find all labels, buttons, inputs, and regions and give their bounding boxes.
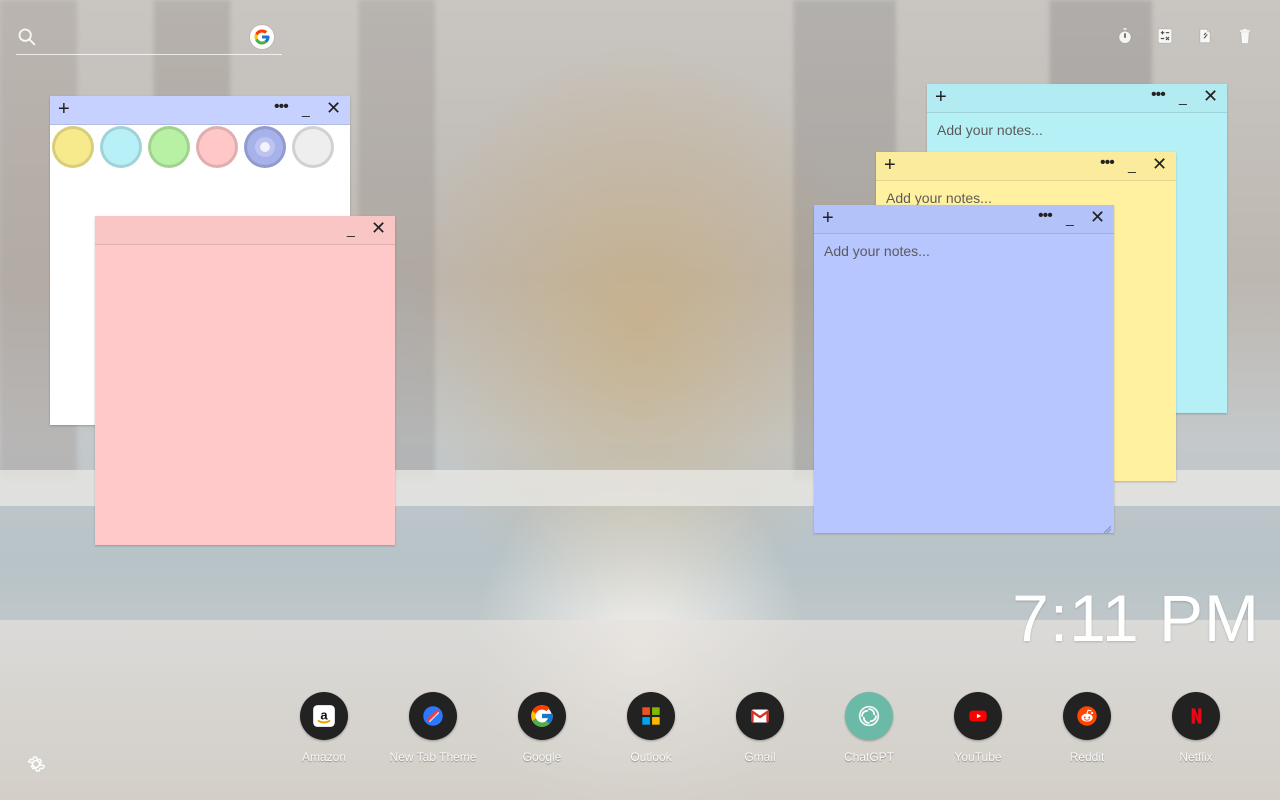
dock-app-new-tab-theme[interactable]: New Tab Theme bbox=[379, 692, 487, 778]
minimize-note-button[interactable]: _ bbox=[347, 220, 361, 238]
color-swatch-cyan[interactable] bbox=[100, 126, 142, 168]
dock-app-netflix[interactable]: Netflix bbox=[1142, 692, 1250, 778]
svg-text:a: a bbox=[320, 707, 328, 722]
close-note-button[interactable]: ✕ bbox=[1203, 87, 1219, 105]
more-options-button[interactable]: ••• bbox=[1151, 87, 1171, 105]
new-tab-theme-icon bbox=[409, 692, 457, 740]
add-note-button[interactable]: + bbox=[822, 208, 838, 228]
more-options-button[interactable]: ••• bbox=[1100, 155, 1120, 173]
google-icon bbox=[518, 692, 566, 740]
more-options-button[interactable]: ••• bbox=[274, 99, 294, 117]
search-input[interactable] bbox=[46, 26, 246, 50]
color-swatch-gray[interactable] bbox=[292, 126, 334, 168]
dock-label: New Tab Theme bbox=[389, 750, 477, 764]
note-titlebar: + ••• _ ✕ bbox=[927, 84, 1227, 113]
dock-app-outlook[interactable]: Outlook bbox=[597, 692, 705, 778]
amazon-icon: a bbox=[300, 692, 348, 740]
sticky-note-icon[interactable] bbox=[1194, 24, 1216, 48]
google-g-icon[interactable] bbox=[250, 25, 274, 49]
dock-app-reddit[interactable]: Reddit bbox=[1033, 692, 1141, 778]
outlook-icon bbox=[627, 692, 675, 740]
dock-label: Outlook bbox=[630, 750, 672, 764]
minimize-note-button[interactable]: _ bbox=[1066, 209, 1080, 227]
clock-time: 7:11 PM bbox=[1012, 581, 1260, 655]
color-palette bbox=[50, 124, 350, 178]
add-note-button[interactable]: + bbox=[935, 87, 951, 107]
close-note-button[interactable]: ✕ bbox=[371, 219, 387, 237]
close-note-button[interactable]: ✕ bbox=[326, 99, 342, 117]
dock-app-youtube[interactable]: YouTube bbox=[924, 692, 1032, 778]
dock-label: YouTube bbox=[954, 750, 1002, 764]
dock-label: Gmail bbox=[744, 750, 776, 764]
note-placeholder-text[interactable]: Add your notes... bbox=[824, 243, 1104, 259]
minimize-note-button[interactable]: _ bbox=[1128, 156, 1142, 174]
search-bar bbox=[16, 22, 282, 55]
settings-gear-icon[interactable] bbox=[24, 752, 48, 776]
app-dock: a Amazon New Tab Theme Google Outlook Gm… bbox=[270, 692, 1250, 778]
minimize-note-button[interactable]: _ bbox=[1179, 88, 1193, 106]
add-note-button[interactable]: + bbox=[884, 155, 900, 175]
note-placeholder-text[interactable]: Add your notes... bbox=[937, 122, 1217, 138]
youtube-icon bbox=[954, 692, 1002, 740]
chatgpt-icon bbox=[845, 692, 893, 740]
minimize-note-button[interactable]: _ bbox=[302, 100, 316, 118]
note-placeholder-text[interactable]: Add your notes... bbox=[886, 190, 1166, 206]
resize-handle[interactable] bbox=[1102, 521, 1112, 534]
dock-label: Netflix bbox=[1179, 750, 1213, 764]
dock-label: Reddit bbox=[1069, 750, 1105, 764]
close-note-button[interactable]: ✕ bbox=[1090, 208, 1106, 226]
note-titlebar: _ ✕ bbox=[95, 216, 395, 245]
color-swatch-green[interactable] bbox=[148, 126, 190, 168]
color-swatch-yellow[interactable] bbox=[52, 126, 94, 168]
calculator-icon[interactable] bbox=[1154, 24, 1176, 48]
close-note-button[interactable]: ✕ bbox=[1152, 155, 1168, 173]
top-right-toolbar bbox=[1114, 24, 1256, 48]
dock-label: ChatGPT bbox=[843, 750, 894, 764]
stopwatch-icon[interactable] bbox=[1114, 24, 1136, 48]
note-titlebar: + ••• _ ✕ bbox=[814, 205, 1114, 234]
note-titlebar: + ••• _ ✕ bbox=[876, 152, 1176, 181]
dock-app-gmail[interactable]: Gmail bbox=[706, 692, 814, 778]
note-pink: _ ✕ bbox=[95, 216, 395, 545]
dock-app-chatgpt[interactable]: ChatGPT bbox=[815, 692, 923, 778]
color-swatch-pink[interactable] bbox=[196, 126, 238, 168]
dock-label: Amazon bbox=[301, 750, 347, 764]
add-note-button[interactable]: + bbox=[58, 99, 74, 119]
search-icon bbox=[16, 26, 38, 48]
reddit-icon bbox=[1063, 692, 1111, 740]
dock-label: Google bbox=[522, 750, 562, 764]
color-swatch-periwinkle[interactable] bbox=[244, 126, 286, 168]
dock-app-google[interactable]: Google bbox=[488, 692, 596, 778]
more-options-button[interactable]: ••• bbox=[1038, 208, 1058, 226]
netflix-icon bbox=[1172, 692, 1220, 740]
trash-icon[interactable] bbox=[1234, 24, 1256, 48]
note-periwinkle: + ••• _ ✕ Add your notes... bbox=[814, 205, 1114, 534]
gmail-icon bbox=[736, 692, 784, 740]
note-titlebar: + ••• _ ✕ bbox=[50, 96, 350, 125]
dock-app-amazon[interactable]: a Amazon bbox=[270, 692, 378, 778]
